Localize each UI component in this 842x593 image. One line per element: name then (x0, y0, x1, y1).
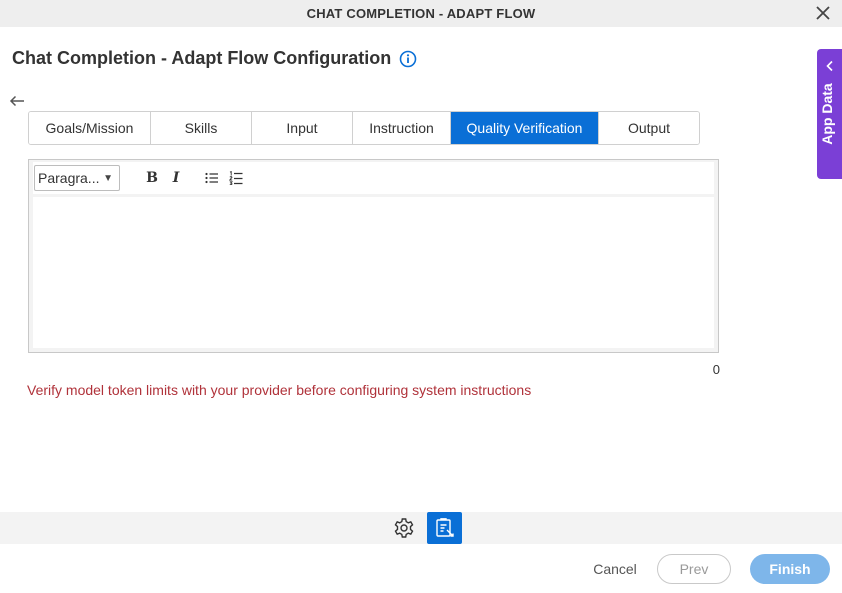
window-title: CHAT COMPLETION - ADAPT FLOW (306, 6, 536, 21)
app-data-label: App Data (819, 83, 835, 145)
editor-toolbar: Paragra... ▼ B I (33, 162, 714, 194)
info-icon[interactable] (399, 50, 417, 68)
data-mapper-icon[interactable] (427, 512, 462, 544)
window-title-bar: CHAT COMPLETION - ADAPT FLOW (0, 0, 842, 27)
bottom-toolbar (0, 512, 842, 544)
warning-message: Verify model token limits with your prov… (27, 382, 532, 398)
paragraph-format-value: Paragra... (38, 170, 100, 186)
page-title: Chat Completion - Adapt Flow Configurati… (12, 48, 392, 68)
tab-skills[interactable]: Skills (151, 112, 252, 144)
editor-content-area[interactable] (33, 197, 714, 348)
paragraph-format-select[interactable]: Paragra... ▼ (34, 165, 120, 191)
tab-input[interactable]: Input (252, 112, 353, 144)
bulleted-list-icon[interactable] (204, 167, 220, 189)
numbered-list-icon[interactable] (228, 167, 244, 189)
prev-button[interactable]: Prev (657, 554, 731, 584)
app-data-panel-toggle[interactable]: App Data (817, 49, 842, 179)
page-heading: Chat Completion - Adapt Flow Configurati… (12, 48, 417, 69)
tab-output[interactable]: Output (599, 112, 699, 144)
italic-button[interactable]: I (168, 167, 184, 189)
bold-button[interactable]: B (144, 167, 160, 189)
close-icon[interactable] (814, 4, 832, 22)
caret-down-icon: ▼ (103, 172, 113, 184)
tab-quality-verification[interactable]: Quality Verification (451, 112, 599, 144)
tab-instruction[interactable]: Instruction (353, 112, 451, 144)
tab-goals-mission[interactable]: Goals/Mission (29, 112, 151, 144)
rich-text-editor: Paragra... ▼ B I (28, 159, 719, 353)
finish-button[interactable]: Finish (750, 554, 830, 584)
gear-icon[interactable] (393, 517, 415, 539)
character-count: 0 (712, 362, 720, 377)
cancel-button[interactable]: Cancel (585, 556, 645, 582)
arrow-left-icon[interactable] (8, 93, 26, 109)
tab-bar: Goals/Mission Skills Input Instruction Q… (28, 111, 700, 145)
